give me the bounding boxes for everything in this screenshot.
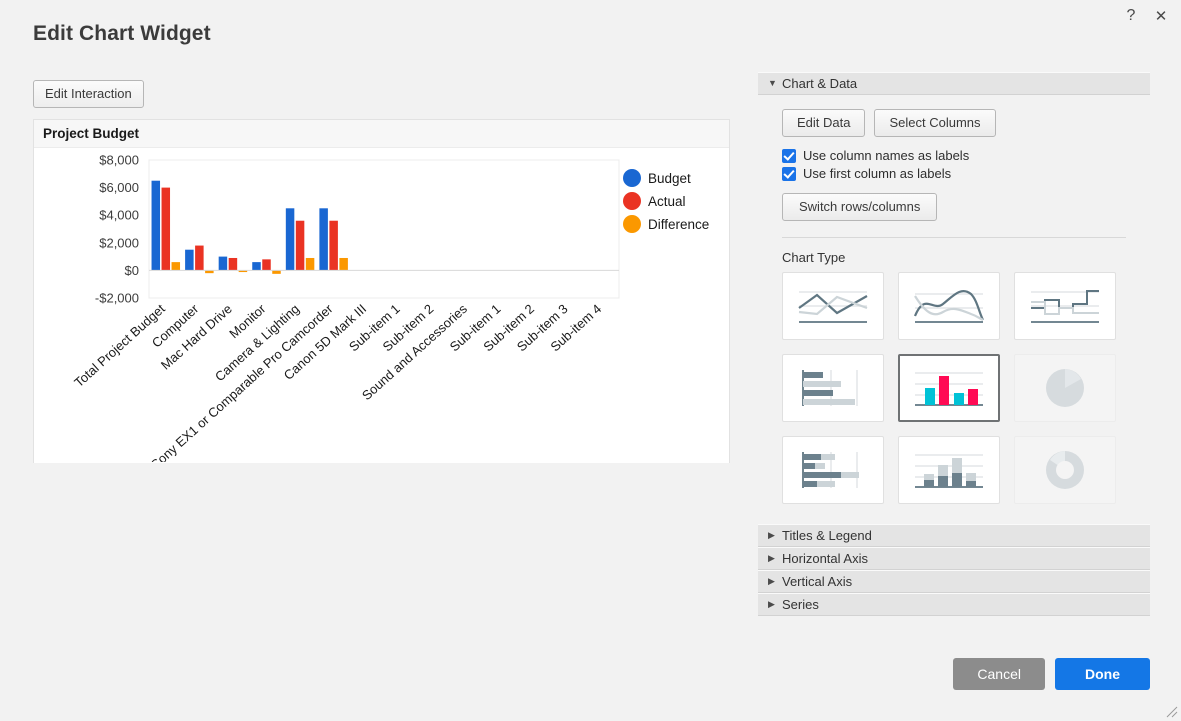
stacked-bar-chart-icon <box>802 452 859 488</box>
chart-type-step-line-chart[interactable] <box>1014 272 1116 340</box>
chart-type-horizontal-bar-chart[interactable] <box>782 354 884 422</box>
svg-text:-$2,000: -$2,000 <box>95 291 139 306</box>
line-chart-icon <box>798 291 868 323</box>
resize-grip-icon[interactable] <box>1164 704 1178 718</box>
svg-text:Actual: Actual <box>648 194 686 209</box>
pie-chart-icon <box>1046 369 1084 407</box>
checkbox-label: Use first column as labels <box>803 166 952 181</box>
chevron-down-icon: ▼ <box>768 78 777 88</box>
edit-interaction-button[interactable]: Edit Interaction <box>33 80 144 108</box>
chevron-right-icon: ▶ <box>768 599 775 609</box>
edit-data-button[interactable]: Edit Data <box>782 109 866 137</box>
svg-text:$2,000: $2,000 <box>99 235 139 250</box>
window-controls: ? ✕ <box>1121 6 1171 26</box>
section-label: Horizontal Axis <box>782 551 868 566</box>
close-icon[interactable]: ✕ <box>1151 6 1171 26</box>
chart-type-grid <box>782 272 1150 504</box>
section-label: Vertical Axis <box>782 574 853 589</box>
section-label: Chart & Data <box>782 76 858 91</box>
data-buttons-row: Edit Data Select Columns <box>782 109 1150 137</box>
stacked-column-chart-icon <box>915 454 983 488</box>
section-vertical-axis[interactable]: ▶ Vertical Axis <box>758 570 1150 593</box>
chart-card-header: Project Budget <box>34 120 729 148</box>
section-label: Series <box>782 597 819 612</box>
svg-text:$6,000: $6,000 <box>99 180 139 195</box>
chart-type-line-chart[interactable] <box>782 272 884 340</box>
chart-card-title: Project Budget <box>43 126 140 141</box>
select-columns-button[interactable]: Select Columns <box>874 109 996 137</box>
page-title: Edit Chart Widget <box>33 22 211 45</box>
step-line-chart-icon <box>1031 290 1099 323</box>
chevron-right-icon: ▶ <box>768 530 775 540</box>
edit-chart-widget-dialog: ? ✕ Edit Chart Widget Edit Interaction P… <box>0 0 1181 721</box>
section-horizontal-axis[interactable]: ▶ Horizontal Axis <box>758 547 1150 570</box>
chart-type-stacked-column-chart[interactable] <box>898 436 1000 504</box>
checkbox-icon[interactable] <box>782 166 796 181</box>
checkbox-label: Use column names as labels <box>803 148 970 163</box>
settings-pane: ▼ Chart & Data Edit Data Select Columns … <box>758 72 1150 616</box>
switch-rows-columns-wrap: Switch rows/columns <box>782 193 1150 221</box>
chart-preview-pane: Edit Interaction Project Budget $8,000 $6… <box>33 80 730 463</box>
checkbox-icon[interactable] <box>782 148 796 163</box>
collapsed-sections: ▶ Titles & Legend ▶ Horizontal Axis ▶ Ve… <box>758 524 1150 616</box>
donut-chart-icon <box>1046 451 1084 489</box>
section-series[interactable]: ▶ Series <box>758 593 1150 616</box>
chart-preview-card: Project Budget $8,000 $6,000 $4,000 $2,000 $… <box>33 119 730 463</box>
svg-text:$4,000: $4,000 <box>99 208 139 223</box>
chart-type-column-chart[interactable] <box>898 354 1000 422</box>
horizontal-bar-chart-icon <box>802 370 858 406</box>
done-button[interactable]: Done <box>1055 658 1150 690</box>
checkbox-use-first-column[interactable]: Use first column as labels <box>782 166 1150 181</box>
svg-text:$8,000: $8,000 <box>99 153 139 168</box>
help-icon[interactable]: ? <box>1121 6 1141 26</box>
section-label: Titles & Legend <box>782 528 872 543</box>
chevron-right-icon: ▶ <box>768 576 775 586</box>
switch-rows-columns-button[interactable]: Switch rows/columns <box>782 193 938 221</box>
svg-text:Budget: Budget <box>648 171 691 186</box>
svg-text:Difference: Difference <box>648 217 709 232</box>
chart-and-data-body: Edit Data Select Columns Use column name… <box>758 95 1150 221</box>
column-chart-icon <box>915 372 983 406</box>
dialog-footer: Cancel Done <box>953 658 1150 690</box>
smooth-line-chart-icon <box>913 289 984 323</box>
chart-body: $8,000 $6,000 $4,000 $2,000 $0 -$2,000 Total P… <box>34 148 729 463</box>
project-budget-chart: $8,000$6,000$4,000$2,000$0-$2,000Total P… <box>71 153 709 463</box>
checkbox-use-column-names[interactable]: Use column names as labels <box>782 148 1150 163</box>
chart-type-smooth-line-chart[interactable] <box>898 272 1000 340</box>
chart-type-donut-chart[interactable] <box>1014 436 1116 504</box>
chart-type-pie-chart[interactable] <box>1014 354 1116 422</box>
cancel-button[interactable]: Cancel <box>953 658 1045 690</box>
settings-divider <box>782 237 1126 238</box>
chart-type-label: Chart Type <box>782 250 846 265</box>
chevron-right-icon: ▶ <box>768 553 775 563</box>
section-titles-and-legend[interactable]: ▶ Titles & Legend <box>758 524 1150 547</box>
svg-text:$0: $0 <box>125 263 139 278</box>
section-chart-and-data[interactable]: ▼ Chart & Data <box>758 72 1150 95</box>
chart-type-stacked-bar-chart[interactable] <box>782 436 884 504</box>
